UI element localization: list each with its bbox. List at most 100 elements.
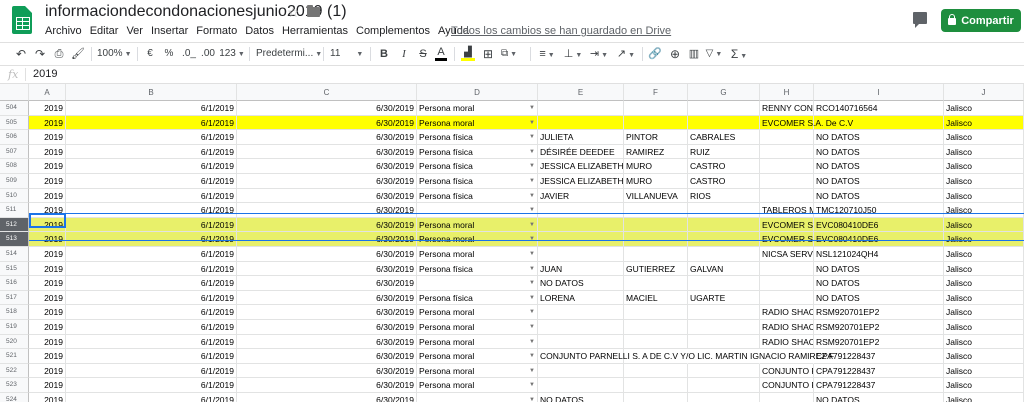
row-number[interactable]: 508 [0, 159, 29, 174]
cell-i[interactable]: NO DATOS [814, 188, 944, 204]
cell-d[interactable]: Persona física ▼ [417, 174, 538, 189]
cell-i[interactable]: NO DATOS [814, 174, 944, 189]
cell-b[interactable]: 6/1/2019 [66, 217, 237, 233]
cell-i[interactable]: CPA791228437 [814, 363, 944, 379]
font-size-select[interactable]: 11 ▼ [330, 46, 364, 62]
cell-b[interactable]: 6/1/2019 [66, 363, 237, 379]
cell-c[interactable]: 6/30/2019 [237, 247, 417, 262]
cell-i[interactable]: NO DATOS [814, 276, 944, 291]
row-number[interactable]: 516 [0, 276, 29, 291]
comments-icon[interactable] [913, 12, 927, 28]
cell-g[interactable]: CASTRO [688, 159, 760, 174]
cell-c[interactable]: 6/30/2019 [237, 393, 417, 402]
cell-c[interactable]: 6/30/2019 [237, 349, 417, 364]
cell-d[interactable]: Persona moral ▼ [417, 320, 538, 335]
text-wrap-icon[interactable]: ⇥ ▼ [589, 46, 609, 62]
cell-g[interactable] [688, 115, 760, 131]
row-number[interactable]: 515 [0, 261, 29, 277]
font-select[interactable]: Predetermi... ▼ [256, 46, 322, 62]
cell-f[interactable]: MURO [624, 174, 688, 189]
folder-icon[interactable] [307, 5, 320, 17]
column-header-j[interactable]: J [944, 84, 1024, 101]
column-header-c[interactable]: C [237, 84, 417, 101]
cell-j[interactable]: Jalisco [944, 247, 1024, 262]
select-all-corner[interactable] [0, 84, 29, 101]
cell-c[interactable]: 6/30/2019 [237, 115, 417, 131]
cell-h[interactable]: EVCOMER S.A [760, 232, 814, 247]
cell-g[interactable] [688, 232, 760, 247]
row-number[interactable]: 522 [0, 363, 29, 379]
paint-format-icon[interactable]: 🖌 [71, 46, 85, 62]
bold-button[interactable]: B [378, 46, 390, 62]
share-button[interactable]: Compartir [941, 9, 1021, 32]
dropdown-arrow-icon[interactable]: ▼ [529, 262, 535, 276]
star-icon[interactable]: ☆ [287, 4, 300, 21]
cell-b[interactable]: 6/1/2019 [66, 144, 237, 160]
cell-b[interactable]: 6/1/2019 [66, 232, 237, 247]
cell-h[interactable]: CONJUNTO P [760, 363, 814, 379]
cell-j[interactable]: Jalisco [944, 159, 1024, 174]
cell-i[interactable]: NO DATOS [814, 261, 944, 277]
cell-b[interactable]: 6/1/2019 [66, 305, 237, 320]
row-number[interactable]: 506 [0, 130, 29, 145]
document-title[interactable]: informaciondecondonacionesjunio2019 (1) [45, 3, 347, 21]
cell-i[interactable]: RSM920701EP2 [814, 320, 944, 335]
cell-c[interactable]: 6/30/2019 [237, 334, 417, 350]
cell-c[interactable]: 6/30/2019 [237, 276, 417, 291]
redo-icon[interactable]: ↷ [33, 46, 47, 62]
cell-d[interactable]: Persona moral ▼ [417, 101, 538, 116]
row-number[interactable]: 521 [0, 349, 29, 364]
currency-format-button[interactable]: € [145, 46, 155, 62]
cell-c[interactable]: 6/30/2019 [237, 101, 417, 116]
cell-j[interactable]: Jalisco [944, 188, 1024, 204]
cell-b[interactable]: 6/1/2019 [66, 378, 237, 393]
cell-j[interactable]: Jalisco [944, 363, 1024, 379]
text-rotation-icon[interactable]: ↗ ▼ [615, 46, 637, 62]
cell-f[interactable] [624, 320, 688, 335]
formula-input[interactable]: 2019 [33, 68, 57, 80]
cell-h[interactable] [760, 393, 814, 402]
cell-j[interactable]: Jalisco [944, 305, 1024, 320]
cell-e[interactable]: NO DATOS [538, 393, 624, 402]
percent-format-button[interactable]: % [163, 46, 175, 62]
cell-g[interactable] [688, 247, 760, 262]
cell-f[interactable]: VILLANUEVA [624, 188, 688, 204]
cell-i[interactable]: RCO140716564 [814, 101, 944, 116]
cell-i[interactable]: NO DATOS [814, 159, 944, 174]
cell-d[interactable]: Persona física ▼ [417, 188, 538, 204]
cell-b[interactable]: 6/1/2019 [66, 290, 237, 306]
row-number[interactable]: 519 [0, 320, 29, 335]
insert-link-icon[interactable]: 🔗 [648, 46, 662, 62]
undo-icon[interactable]: ↶ [14, 46, 28, 62]
dropdown-arrow-icon[interactable]: ▼ [529, 101, 535, 115]
cell-d[interactable]: Persona moral ▼ [417, 363, 538, 379]
row-number[interactable]: 504 [0, 101, 29, 116]
cell-b[interactable]: 6/1/2019 [66, 101, 237, 116]
save-status-link[interactable]: Todos los cambios se han guardado en Dri… [451, 25, 671, 37]
cell-a[interactable]: 2019 [29, 144, 66, 160]
row-number[interactable]: 523 [0, 378, 29, 393]
cell-c[interactable]: 6/30/2019 [237, 261, 417, 277]
cell-g[interactable] [688, 320, 760, 335]
cell-a[interactable]: 2019 [29, 320, 66, 335]
cell-d[interactable]: Persona física ▼ [417, 261, 538, 277]
dropdown-arrow-icon[interactable]: ▼ [529, 189, 535, 203]
dropdown-arrow-icon[interactable]: ▼ [529, 393, 535, 402]
row-number[interactable]: 518 [0, 305, 29, 320]
cell-f[interactable] [624, 378, 688, 393]
cell-a[interactable]: 2019 [29, 174, 66, 189]
cell-d[interactable]: Persona física ▼ [417, 290, 538, 306]
cell-f[interactable]: GUTIERREZ [624, 261, 688, 277]
cell-h[interactable] [760, 130, 814, 145]
cell-a[interactable]: 2019 [29, 115, 66, 131]
column-header-i[interactable]: I [814, 84, 944, 101]
cell-f[interactable] [624, 217, 688, 233]
row-number[interactable]: 511 [0, 203, 29, 218]
cell-f[interactable] [624, 305, 688, 320]
row-number[interactable]: 512 [0, 217, 29, 233]
dropdown-arrow-icon[interactable]: ▼ [529, 276, 535, 290]
cell-e[interactable] [538, 101, 624, 116]
cell-g[interactable] [688, 203, 760, 218]
dropdown-arrow-icon[interactable]: ▼ [529, 247, 535, 261]
cell-c[interactable]: 6/30/2019 [237, 159, 417, 174]
